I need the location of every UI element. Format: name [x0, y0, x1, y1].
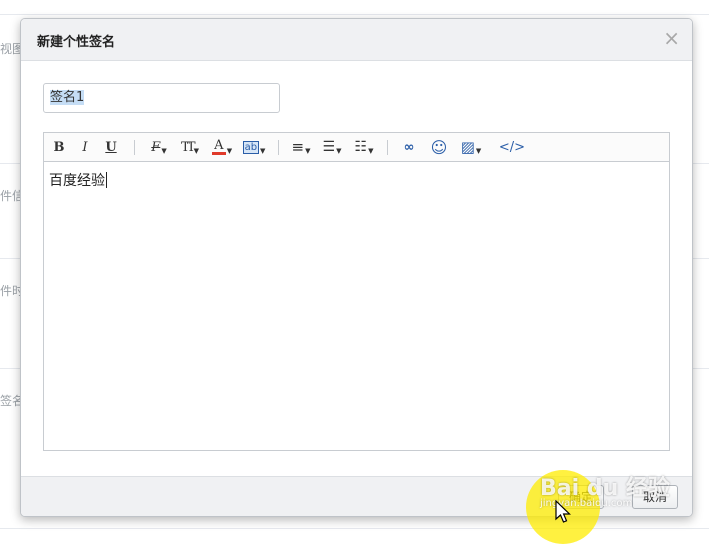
highlight-color-button[interactable]: ab ▼	[241, 138, 267, 156]
editor-text: 百度经验	[49, 173, 105, 189]
chevron-down-icon: ▼	[475, 147, 482, 155]
signature-name-input[interactable]: 签名1	[43, 83, 280, 113]
font-color-glyph: A	[214, 138, 224, 153]
align-button[interactable]: ≡ ▼	[290, 138, 312, 156]
align-left-icon: ≡	[291, 138, 305, 156]
image-button[interactable]: ▨ ▼	[458, 138, 484, 156]
background-divider	[0, 14, 709, 15]
signature-name-value: 签名1	[50, 90, 85, 105]
chevron-down-icon: ▼	[336, 147, 342, 155]
chevron-down-icon: ▼	[368, 147, 374, 155]
mouse-pointer-icon	[555, 500, 571, 523]
dialog-title: 新建个性签名	[37, 35, 116, 50]
numbered-list-button[interactable]: ☷ ▼	[353, 138, 375, 156]
font-size-button[interactable]: TT ▼	[178, 138, 202, 156]
font-family-icon: F	[151, 139, 161, 155]
indent-list-icon: ☷	[354, 139, 368, 155]
smiley-icon: ☺	[430, 137, 448, 157]
dialog-header: 新建个性签名 ×	[21, 19, 692, 61]
chevron-down-icon: ▼	[226, 147, 233, 155]
new-signature-dialog: 新建个性签名 × 签名1 B I U F ▼ TT ▼ A ▼ ab ▼ ≡ ▼…	[20, 18, 693, 517]
italic-button[interactable]: I	[78, 138, 92, 156]
underline-button[interactable]: U	[104, 138, 118, 156]
font-family-button[interactable]: F ▼	[148, 138, 170, 156]
link-icon: ∞	[403, 139, 415, 155]
code-icon: </>	[498, 139, 526, 155]
bold-button[interactable]: B	[52, 138, 66, 156]
bullet-list-button[interactable]: ☰ ▼	[321, 138, 343, 156]
font-size-icon: TT	[181, 139, 195, 155]
image-icon: ▨	[460, 138, 475, 156]
font-color-bar	[211, 152, 226, 155]
toolbar-separator	[278, 140, 279, 155]
watermark-url: jingyan.baidu.com	[540, 498, 633, 509]
emoji-button[interactable]: ☺	[429, 137, 449, 157]
editor-content-area[interactable]: 百度经验	[44, 163, 669, 451]
highlight-icon: ab	[242, 140, 260, 154]
chevron-down-icon: ▼	[260, 147, 266, 155]
text-caret	[106, 172, 107, 188]
toolbar-separator	[387, 140, 388, 155]
bullet-list-icon: ☰	[322, 139, 336, 155]
chevron-down-icon: ▼	[305, 147, 311, 155]
source-code-button[interactable]: </>	[498, 138, 526, 156]
rich-text-editor[interactable]: B I U F ▼ TT ▼ A ▼ ab ▼ ≡ ▼ ☰ ▼ ☷ ▼ ∞ ☺ …	[43, 132, 670, 451]
link-button[interactable]: ∞	[399, 138, 419, 156]
chevron-down-icon: ▼	[161, 147, 167, 155]
toolbar-separator	[134, 140, 135, 155]
close-icon[interactable]: ×	[663, 28, 680, 48]
font-color-button[interactable]: A ▼	[210, 138, 234, 156]
background-divider	[0, 528, 709, 529]
editor-toolbar: B I U F ▼ TT ▼ A ▼ ab ▼ ≡ ▼ ☰ ▼ ☷ ▼ ∞ ☺ …	[44, 133, 669, 162]
chevron-down-icon: ▼	[193, 147, 199, 155]
font-color-icon: A	[211, 138, 226, 155]
